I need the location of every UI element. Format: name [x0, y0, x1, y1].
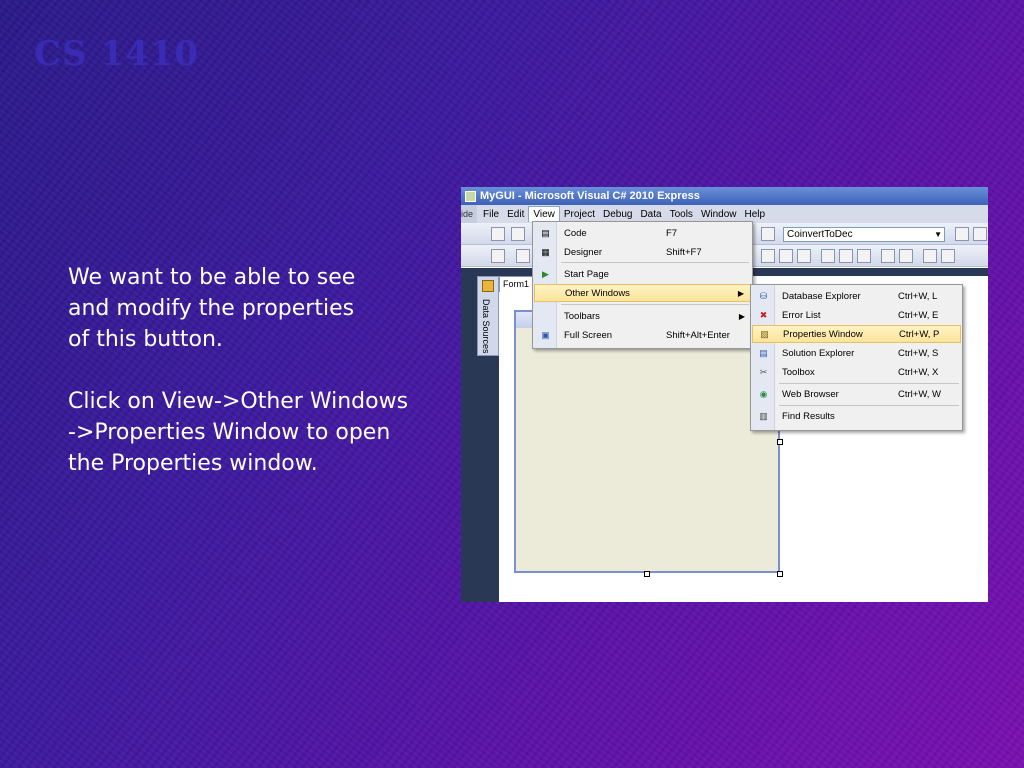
resize-handle-right[interactable] — [777, 439, 783, 445]
menu-help[interactable]: Help — [741, 207, 770, 222]
increase-spacing-icon[interactable] — [839, 249, 853, 263]
form-designer-window[interactable] — [514, 310, 780, 573]
menu-project[interactable]: Project — [560, 207, 599, 222]
full-screen-icon: ▣ — [541, 329, 550, 340]
menu-window[interactable]: Window — [697, 207, 741, 222]
toolbar-overflow-icon[interactable] — [973, 227, 987, 241]
menu-edit[interactable]: Edit — [503, 207, 528, 222]
submenu-arrow-icon: ▶ — [738, 311, 745, 321]
menu-item-other-windows[interactable]: Other Windows ▶ — [534, 284, 751, 302]
web-browser-icon: ◉ — [759, 388, 768, 399]
center-vertically-icon[interactable] — [899, 249, 913, 263]
menu-separator — [561, 262, 749, 263]
menu-view[interactable]: View — [528, 206, 560, 222]
designer-icon: ▦ — [541, 246, 550, 257]
window-titlebar: MyGUI - Microsoft Visual C# 2010 Express — [461, 187, 988, 205]
left-dock-panel — [461, 268, 477, 602]
tab-form1[interactable]: Form1 — [499, 276, 535, 292]
menu-data[interactable]: Data — [636, 207, 665, 222]
other-windows-menu: ⛁ Database Explorer Ctrl+W, L ✖ Error Li… — [750, 284, 963, 431]
slide-title: CS 1410 — [34, 34, 200, 74]
menu-separator — [779, 405, 959, 406]
menu-item-toolbox[interactable]: ✂ Toolbox Ctrl+W, X — [752, 363, 961, 381]
find-combo[interactable]: CoinvertToDec ▼ — [783, 227, 945, 242]
size-to-grid-icon[interactable] — [779, 249, 793, 263]
slide-body: We want to be able to see and modify the… — [68, 262, 448, 479]
error-list-icon: ✖ — [759, 309, 768, 320]
code-icon: ▤ — [541, 227, 550, 238]
menu-item-error-list[interactable]: ✖ Error List Ctrl+W, E — [752, 306, 961, 324]
menu-item-web-browser[interactable]: ◉ Web Browser Ctrl+W, W — [752, 385, 961, 403]
menu-item-toolbars[interactable]: Toolbars ▶ — [534, 307, 751, 325]
solution-explorer-icon: ▤ — [759, 347, 768, 358]
new-project-icon[interactable] — [491, 227, 505, 241]
properties-window-icon: ▧ — [760, 328, 769, 339]
send-to-back-icon[interactable] — [941, 249, 955, 263]
find-results-icon: ▥ — [759, 410, 768, 421]
chevron-down-icon: ▼ — [934, 230, 942, 239]
menu-item-designer[interactable]: ▦ Designer Shift+F7 — [534, 243, 751, 261]
find-in-files-icon[interactable] — [955, 227, 969, 241]
menu-tools[interactable]: Tools — [666, 207, 697, 222]
menu-debug[interactable]: Debug — [599, 207, 636, 222]
body-paragraph-1: We want to be able to see and modify the… — [68, 265, 356, 352]
menu-separator — [779, 383, 959, 384]
menu-item-database-explorer[interactable]: ⛁ Database Explorer Ctrl+W, L — [752, 287, 961, 305]
align-left-icon[interactable] — [491, 249, 505, 263]
make-same-size-icon[interactable] — [761, 249, 775, 263]
data-sources-label: Data Sources — [481, 299, 491, 354]
start-page-icon: ▶ — [542, 268, 549, 279]
menu-separator — [561, 304, 749, 305]
body-paragraph-2: Click on View->Other Windows ->Propertie… — [68, 389, 409, 476]
menu-item-full-screen[interactable]: ▣ Full Screen Shift+Alt+Enter — [534, 326, 751, 344]
window-title: MyGUI - Microsoft Visual C# 2010 Express — [480, 190, 700, 202]
ide-screenshot: MyGUI - Microsoft Visual C# 2010 Express… — [461, 187, 988, 602]
center-horizontally-icon[interactable] — [881, 249, 895, 263]
left-stub: ide — [461, 205, 477, 223]
resize-handle-bottom[interactable] — [644, 571, 650, 577]
view-menu: ▤ Code F7 ▦ Designer Shift+F7 ▶ Start Pa… — [532, 221, 753, 349]
data-sources-icon — [482, 280, 494, 292]
resize-handle-corner[interactable] — [777, 571, 783, 577]
find-icon[interactable] — [761, 227, 775, 241]
menu-item-solution-explorer[interactable]: ▤ Solution Explorer Ctrl+W, S — [752, 344, 961, 362]
menu-item-find-results[interactable]: ▥ Find Results — [752, 407, 961, 425]
toolbox-icon: ✂ — [759, 366, 768, 377]
data-sources-tab[interactable]: Data Sources — [477, 276, 499, 356]
app-icon — [465, 190, 476, 202]
menu-item-properties-window[interactable]: ▧ Properties Window Ctrl+W, P — [752, 325, 961, 343]
bring-to-front-icon[interactable] — [923, 249, 937, 263]
vertical-spacing-icon[interactable] — [821, 249, 835, 263]
submenu-arrow-icon: ▶ — [737, 288, 744, 298]
align-center-icon[interactable] — [516, 249, 530, 263]
add-item-icon[interactable] — [511, 227, 525, 241]
menu-file[interactable]: File — [479, 207, 503, 222]
side-strip — [477, 356, 499, 602]
horizontal-spacing-icon[interactable] — [797, 249, 811, 263]
database-explorer-icon: ⛁ — [759, 290, 768, 301]
menu-item-start-page[interactable]: ▶ Start Page — [534, 265, 751, 283]
menu-item-code[interactable]: ▤ Code F7 — [534, 224, 751, 242]
decrease-spacing-icon[interactable] — [857, 249, 871, 263]
